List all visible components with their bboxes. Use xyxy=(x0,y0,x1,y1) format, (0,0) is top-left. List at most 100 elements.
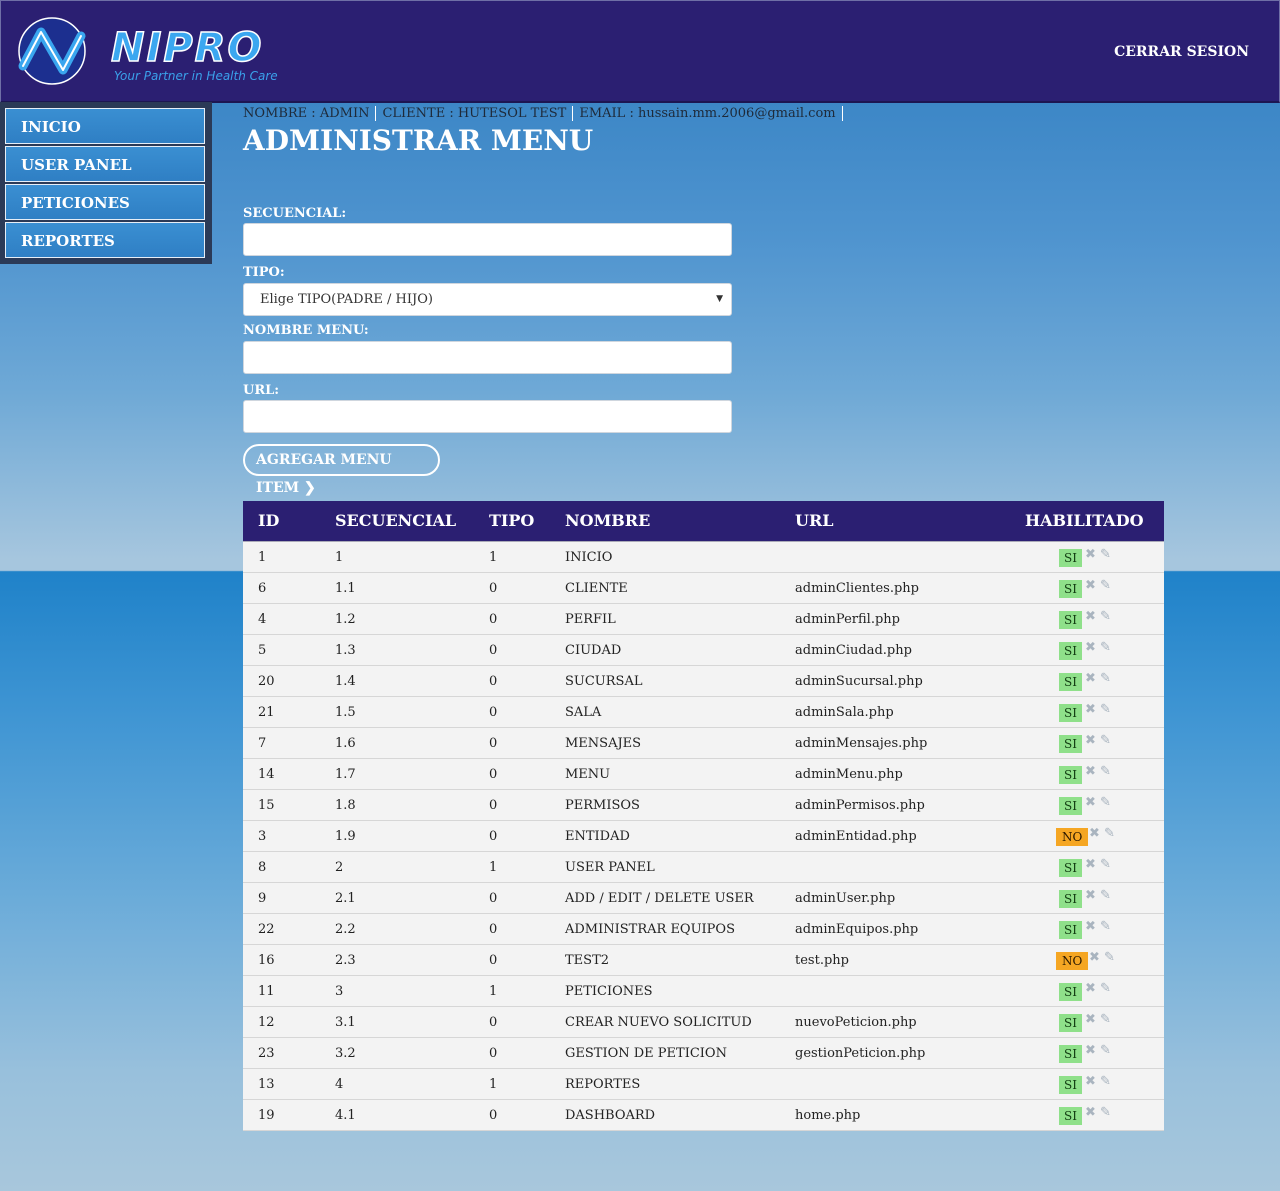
pencil-icon[interactable]: ✎ xyxy=(1100,764,1111,779)
status-badge[interactable]: SI xyxy=(1059,1045,1082,1063)
close-icon[interactable]: ✖ xyxy=(1085,1012,1096,1027)
close-icon[interactable]: ✖ xyxy=(1085,888,1096,903)
pencil-icon[interactable]: ✎ xyxy=(1100,795,1111,810)
table-row: 11 3 1 PETICIONES SI ✖ ✎ xyxy=(243,976,1164,1007)
cell-tipo: 0 xyxy=(489,829,498,844)
close-icon[interactable]: ✖ xyxy=(1085,578,1096,593)
cell-url: gestionPeticion.php xyxy=(795,1046,926,1061)
cell-id: 19 xyxy=(258,1108,275,1123)
status-badge[interactable]: SI xyxy=(1059,797,1082,815)
pencil-icon[interactable]: ✎ xyxy=(1100,919,1111,934)
logo-tagline: Your Partner in Health Care xyxy=(114,69,278,83)
status-badge[interactable]: SI xyxy=(1059,704,1082,722)
pencil-icon[interactable]: ✎ xyxy=(1100,609,1111,624)
sidebar-item-user-panel[interactable]: USER PANEL xyxy=(5,146,205,182)
status-badge[interactable]: NO xyxy=(1056,828,1089,846)
table-row: 15 1.8 0 PERMISOS adminPermisos.php SI ✖ ✎ xyxy=(243,790,1164,821)
cell-url: home.php xyxy=(795,1108,861,1123)
sidebar-item-reportes[interactable]: REPORTES xyxy=(5,222,205,258)
status-badge[interactable]: SI xyxy=(1059,890,1082,908)
status-badge[interactable]: SI xyxy=(1059,735,1082,753)
cell-nombre: PERMISOS xyxy=(565,798,640,813)
header-url: URL xyxy=(795,511,834,530)
pencil-icon[interactable]: ✎ xyxy=(1104,950,1115,965)
pencil-icon[interactable]: ✎ xyxy=(1100,1012,1111,1027)
cell-id: 21 xyxy=(258,705,275,720)
close-icon[interactable]: ✖ xyxy=(1085,764,1096,779)
pencil-icon[interactable]: ✎ xyxy=(1100,733,1111,748)
status-badge[interactable]: SI xyxy=(1059,642,1082,660)
status-badge[interactable]: SI xyxy=(1059,1076,1082,1094)
status-badge[interactable]: SI xyxy=(1059,1107,1082,1125)
cell-url: adminSucursal.php xyxy=(795,674,923,689)
nombre-menu-input[interactable] xyxy=(243,341,732,374)
close-icon[interactable]: ✖ xyxy=(1085,547,1096,562)
status-badge[interactable]: SI xyxy=(1059,983,1082,1001)
pencil-icon[interactable]: ✎ xyxy=(1100,1074,1111,1089)
cell-secuencial: 3.1 xyxy=(335,1015,356,1030)
secuencial-input[interactable] xyxy=(243,223,732,256)
sidebar-item-inicio[interactable]: INICIO xyxy=(5,108,205,144)
status-badge[interactable]: SI xyxy=(1059,1014,1082,1032)
header-id: ID xyxy=(258,511,280,530)
cell-url: adminEquipos.php xyxy=(795,922,919,937)
cell-secuencial: 1 xyxy=(335,550,344,565)
tipo-select[interactable]: Elige TIPO(PADRE / HIJO) ▼ xyxy=(243,283,732,316)
status-badge[interactable]: SI xyxy=(1059,859,1082,877)
status-badge[interactable]: SI xyxy=(1059,766,1082,784)
cell-tipo: 0 xyxy=(489,1046,498,1061)
pencil-icon[interactable]: ✎ xyxy=(1100,1043,1111,1058)
pencil-icon[interactable]: ✎ xyxy=(1100,981,1111,996)
close-icon[interactable]: ✖ xyxy=(1089,826,1100,841)
add-menu-item-button[interactable]: AGREGAR MENU ITEM ❯ xyxy=(243,444,440,496)
cell-secuencial: 4 xyxy=(335,1077,344,1092)
pencil-icon[interactable]: ✎ xyxy=(1104,826,1115,841)
close-icon[interactable]: ✖ xyxy=(1085,733,1096,748)
pencil-icon[interactable]: ✎ xyxy=(1100,578,1111,593)
close-icon[interactable]: ✖ xyxy=(1085,702,1096,717)
close-icon[interactable]: ✖ xyxy=(1085,795,1096,810)
close-icon[interactable]: ✖ xyxy=(1085,671,1096,686)
status-badge[interactable]: SI xyxy=(1059,611,1082,629)
table-header: ID SECUENCIAL TIPO NOMBRE URL HABILITADO xyxy=(243,501,1164,542)
cell-tipo: 0 xyxy=(489,643,498,658)
url-input[interactable] xyxy=(243,400,732,433)
cell-id: 5 xyxy=(258,643,267,658)
close-icon[interactable]: ✖ xyxy=(1085,1105,1096,1120)
close-icon[interactable]: ✖ xyxy=(1085,640,1096,655)
close-icon[interactable]: ✖ xyxy=(1085,1043,1096,1058)
close-icon[interactable]: ✖ xyxy=(1085,609,1096,624)
pencil-icon[interactable]: ✎ xyxy=(1100,888,1111,903)
pencil-icon[interactable]: ✎ xyxy=(1100,640,1111,655)
pencil-icon[interactable]: ✎ xyxy=(1100,702,1111,717)
cell-tipo: 0 xyxy=(489,891,498,906)
cell-tipo: 1 xyxy=(489,984,498,999)
table-row: 19 4.1 0 DASHBOARD home.php SI ✖ ✎ xyxy=(243,1100,1164,1131)
close-icon[interactable]: ✖ xyxy=(1085,1074,1096,1089)
status-badge[interactable]: SI xyxy=(1059,580,1082,598)
status-badge[interactable]: SI xyxy=(1059,921,1082,939)
add-menu-item-label: AGREGAR MENU ITEM xyxy=(256,452,392,496)
tipo-select-value: Elige TIPO(PADRE / HIJO) xyxy=(260,292,433,307)
cell-url: adminMenu.php xyxy=(795,767,903,782)
close-icon[interactable]: ✖ xyxy=(1085,919,1096,934)
close-icon[interactable]: ✖ xyxy=(1085,981,1096,996)
header-secuencial: SECUENCIAL xyxy=(335,511,457,530)
sidebar-item-peticiones[interactable]: PETICIONES xyxy=(5,184,205,220)
cell-id: 22 xyxy=(258,922,275,937)
pencil-icon[interactable]: ✎ xyxy=(1100,671,1111,686)
pencil-icon[interactable]: ✎ xyxy=(1100,857,1111,872)
secuencial-label: SECUENCIAL: xyxy=(243,206,347,221)
status-badge[interactable]: SI xyxy=(1059,549,1082,567)
pencil-icon[interactable]: ✎ xyxy=(1100,1105,1111,1120)
nipro-logo-icon xyxy=(18,17,86,85)
pencil-icon[interactable]: ✎ xyxy=(1100,547,1111,562)
close-icon[interactable]: ✖ xyxy=(1089,950,1100,965)
status-badge[interactable]: SI xyxy=(1059,673,1082,691)
close-icon[interactable]: ✖ xyxy=(1085,857,1096,872)
status-badge[interactable]: NO xyxy=(1056,952,1089,970)
logout-link[interactable]: CERRAR SESION xyxy=(1114,44,1249,60)
header-nombre: NOMBRE xyxy=(565,511,651,530)
cell-url: adminCiudad.php xyxy=(795,643,912,658)
table-row: 3 1.9 0 ENTIDAD adminEntidad.php NO ✖ ✎ xyxy=(243,821,1164,852)
